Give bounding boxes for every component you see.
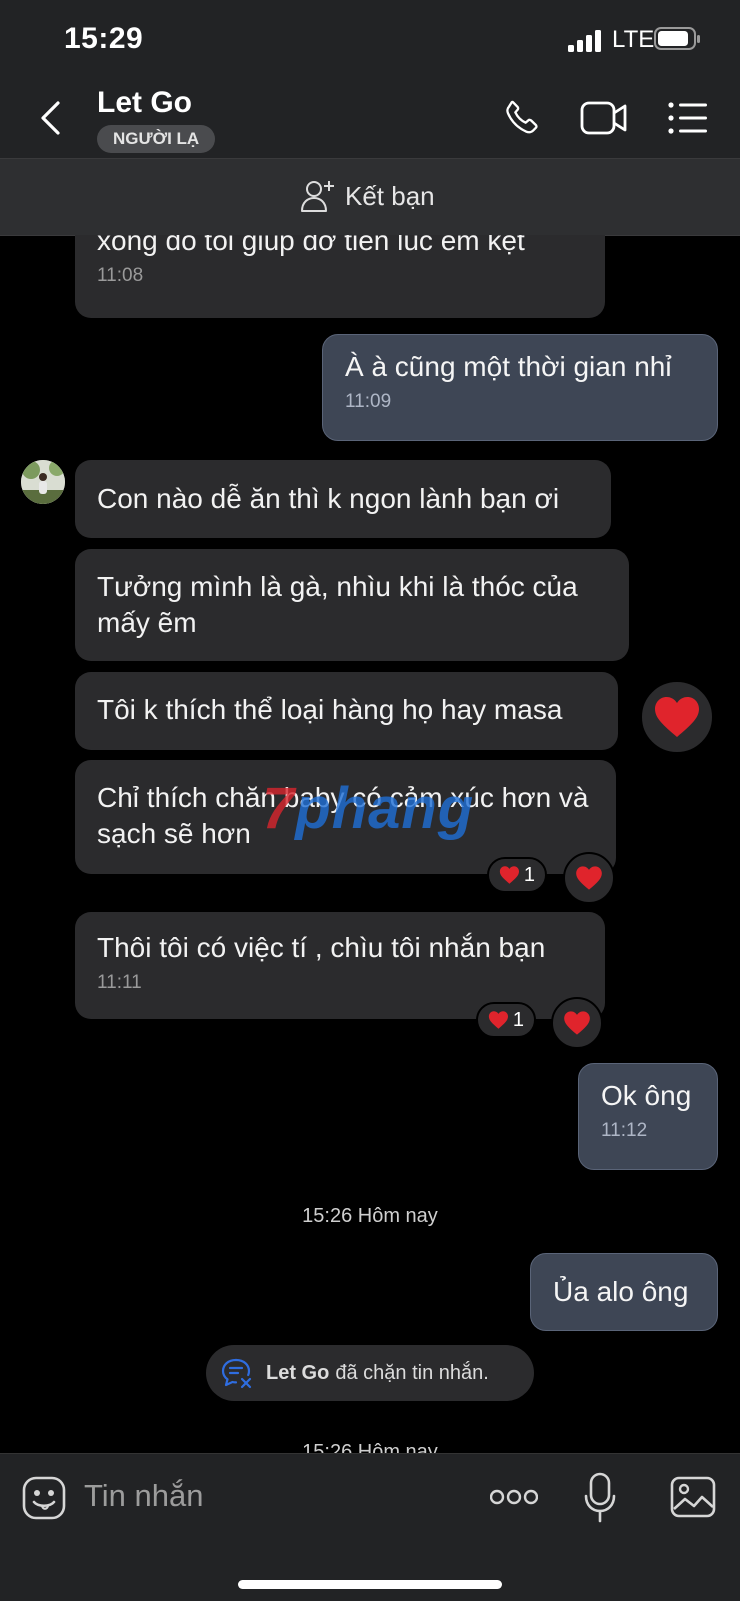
heart-icon <box>576 866 602 890</box>
stranger-badge: NGƯỜI LẠ <box>97 125 216 153</box>
heart-icon <box>655 697 699 737</box>
date-separator: 15:26 Hôm nay <box>302 1205 438 1227</box>
reaction-count[interactable]: 1 <box>487 857 547 893</box>
message-bubble[interactable]: xong do tôi giúp đỡ tiền lúc em kẹt 11:0… <box>75 235 605 318</box>
message-text: Con nào dễ ăn thì k ngon lành bạn ơi <box>97 483 560 514</box>
heart-icon <box>564 1011 590 1035</box>
watermark-part-b: phang <box>295 776 475 841</box>
watermark: 7phang <box>262 775 474 842</box>
heart-icon <box>499 866 520 884</box>
message-bubble[interactable]: Ủa alo ông <box>530 1253 718 1331</box>
phone-icon[interactable] <box>502 98 542 138</box>
watermark-part-a: 7 <box>262 776 296 841</box>
status-time: 15:29 <box>64 22 144 55</box>
network-label: LTE <box>612 26 655 53</box>
microphone-icon[interactable] <box>584 1472 616 1524</box>
reaction-button[interactable] <box>563 852 615 904</box>
reaction-count-value: 1 <box>523 864 535 886</box>
reaction-button[interactable] <box>640 680 714 754</box>
home-indicator <box>238 1580 502 1589</box>
message-bubble[interactable]: Tôi k thích thể loại hàng họ hay masa <box>75 672 618 750</box>
video-call-icon[interactable] <box>580 100 628 136</box>
add-friend-bar[interactable]: Kết bạn <box>0 158 740 236</box>
message-input-bar: Tin nhắn <box>0 1453 740 1601</box>
message-text: Thôi tôi có việc tí , chìu tôi nhắn bạn <box>97 932 546 963</box>
back-icon[interactable] <box>38 100 64 136</box>
avatar-image <box>21 460 65 504</box>
message-list[interactable]: xong do tôi giúp đỡ tiền lúc em kẹt 11:0… <box>0 235 740 1453</box>
top-bar: 15:29 LTE Let Go NGƯỜI LẠ <box>0 0 740 158</box>
reaction-count[interactable]: 1 <box>476 1002 536 1038</box>
contact-name[interactable]: Let Go <box>97 86 192 120</box>
message-text: Tôi k thích thể loại hàng họ hay masa <box>97 694 563 725</box>
avatar[interactable] <box>21 460 65 504</box>
message-bubble[interactable]: Con nào dễ ăn thì k ngon lành bạn ơi <box>75 460 611 538</box>
sticker-icon[interactable] <box>22 1476 66 1520</box>
add-friend-icon <box>301 181 334 212</box>
heart-icon <box>488 1011 509 1029</box>
battery-icon <box>654 27 700 50</box>
message-time: 11:08 <box>97 265 144 286</box>
message-text: Tưởng mình là gà, nhìu khi là thóc của m… <box>97 571 578 638</box>
message-text: Ok ông <box>601 1080 692 1111</box>
message-bubble[interactable]: À à cũng một thời gian nhỉ 11:09 <box>322 334 718 441</box>
message-text: À à cũng một thời gian nhỉ <box>345 351 672 382</box>
signal-icon <box>568 30 601 52</box>
date-separator: 15:26 Hôm nay <box>302 1441 438 1453</box>
reaction-count-value: 1 <box>512 1009 524 1031</box>
blocked-notice-name: Let Go <box>266 1361 330 1384</box>
message-time: 11:12 <box>601 1120 648 1141</box>
message-text: Ủa alo ông <box>553 1276 689 1307</box>
blocked-message-icon <box>221 1358 252 1389</box>
menu-icon[interactable] <box>668 102 708 134</box>
message-text: xong do tôi giúp đỡ tiền lúc em kẹt <box>97 235 525 256</box>
reaction-button[interactable] <box>551 997 603 1049</box>
blocked-notice: Let Go đã chặn tin nhắn. <box>206 1345 534 1401</box>
add-friend-label[interactable]: Kết bạn <box>345 181 435 212</box>
image-icon[interactable] <box>670 1476 716 1518</box>
blocked-notice-text: đã chặn tin nhắn. <box>335 1361 489 1384</box>
message-bubble[interactable]: Ok ông 11:12 <box>578 1063 718 1170</box>
message-time: 11:11 <box>97 972 142 993</box>
message-bubble[interactable]: Tưởng mình là gà, nhìu khi là thóc của m… <box>75 549 629 661</box>
more-options-icon[interactable] <box>490 1488 538 1506</box>
message-input[interactable]: Tin nhắn <box>84 1478 204 1514</box>
message-time: 11:09 <box>345 391 392 412</box>
